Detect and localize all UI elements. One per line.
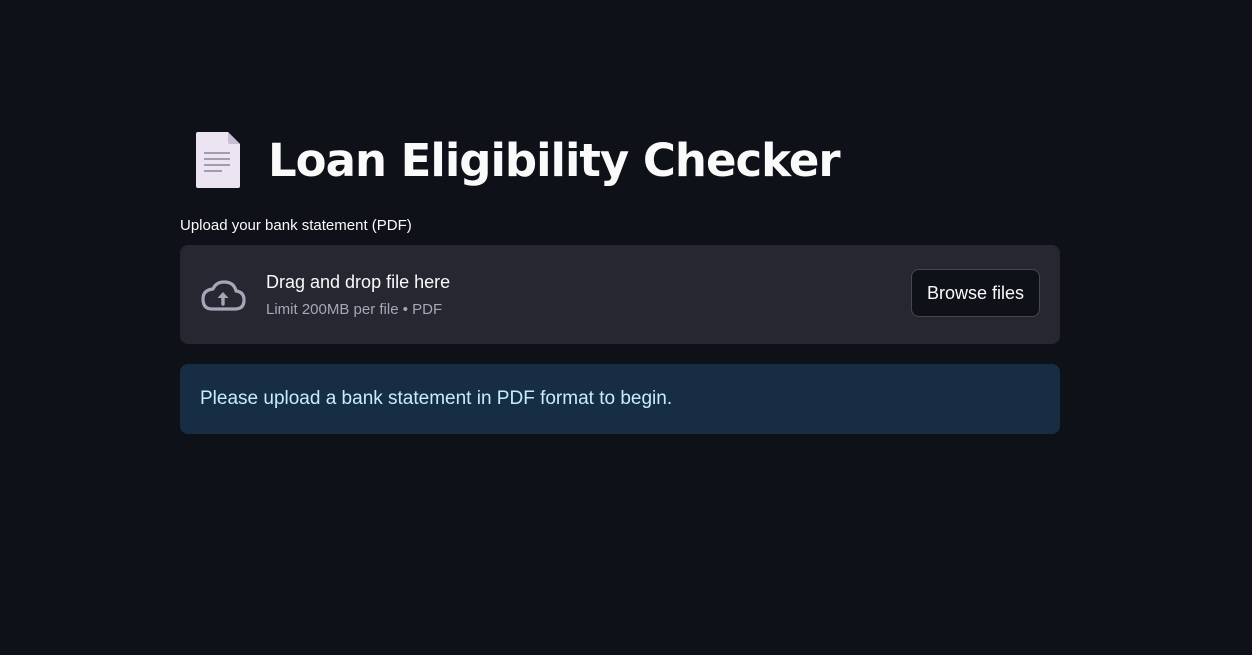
main-content: Loan Eligibility Checker Upload your ban… [180,120,1060,434]
app-page: Loan Eligibility Checker Upload your ban… [0,0,1252,655]
dropzone-limit: Limit 200MB per file • PDF [266,300,443,318]
cloud-upload-icon [201,279,246,311]
file-dropzone[interactable]: Drag and drop file here Limit 200MB per … [180,245,1060,344]
page-facing-up-icon [196,132,240,188]
upload-label: Upload your bank statement (PDF) [180,217,412,234]
browse-files-button[interactable]: Browse files [910,269,1040,317]
dropzone-instructions: Drag and drop file here [266,271,451,292]
title-row: Loan Eligibility Checker [180,120,1060,200]
info-message: Please upload a bank statement in PDF fo… [200,388,673,409]
page-title: Loan Eligibility Checker [268,133,841,187]
info-alert: Please upload a bank statement in PDF fo… [180,364,1060,434]
dropzone-text: Drag and drop file here Limit 200MB per … [266,271,450,319]
